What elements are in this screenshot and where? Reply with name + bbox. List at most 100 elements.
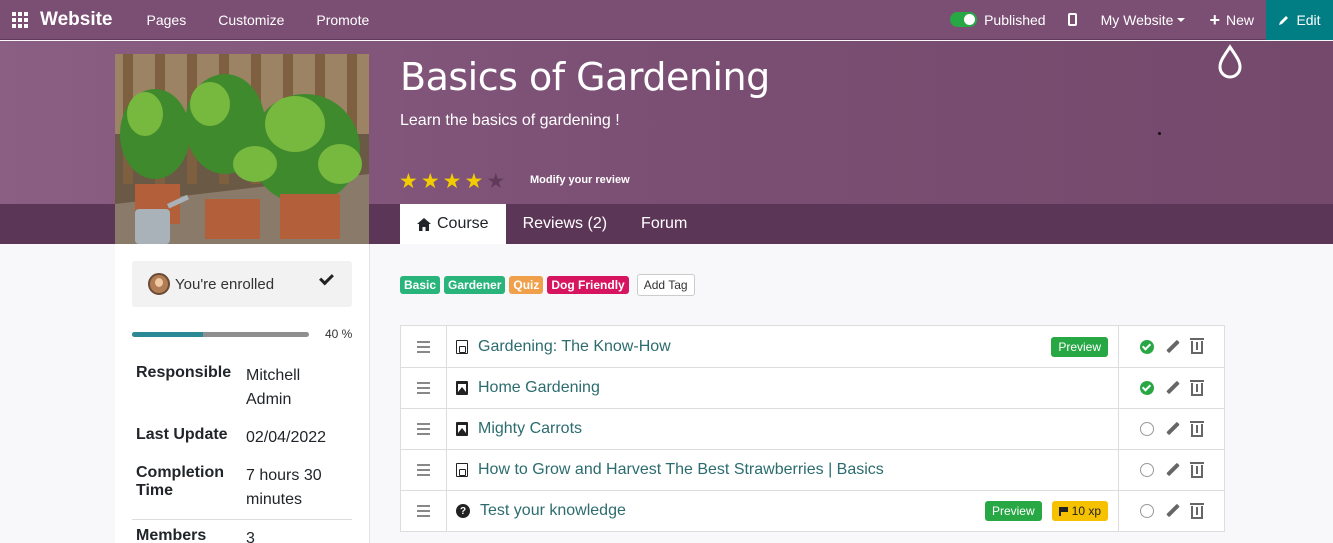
course-title: Basics of Gardening	[400, 55, 770, 99]
slide-actions	[1119, 326, 1224, 367]
course-subtitle: Learn the basics of gardening !	[400, 112, 620, 129]
drag-handle[interactable]	[401, 450, 447, 490]
slide-link[interactable]: How to Grow and Harvest The Best Strawbe…	[478, 461, 1118, 479]
tag-gardener[interactable]: Gardener	[444, 276, 506, 294]
list-item: Gardening: The Know-How Preview	[401, 326, 1224, 367]
my-website-label: My Website	[1100, 11, 1174, 28]
home-icon	[417, 217, 431, 231]
course-sidebar: You're enrolled 40 % Responsible Mitchel…	[115, 244, 370, 543]
slide-title-cell: Home Gardening	[447, 368, 1119, 408]
slide-title-cell: ? Test your knowledge Preview 10 xp	[447, 491, 1119, 531]
info-key: Completion Time	[136, 464, 224, 499]
course-progress-bar	[132, 332, 309, 337]
info-key: Last Update	[136, 426, 228, 443]
course-content-list: Gardening: The Know-How Preview Home Gar…	[400, 325, 1225, 532]
drag-handle[interactable]	[401, 368, 447, 408]
trash-icon[interactable]	[1189, 420, 1204, 437]
drag-handle-icon	[417, 382, 430, 394]
question-icon: ?	[456, 504, 470, 518]
list-item: Mighty Carrots	[401, 408, 1224, 449]
tab-course[interactable]: Course	[400, 204, 506, 244]
enrolled-label: You're enrolled	[175, 275, 275, 293]
published-label: Published	[984, 11, 1046, 28]
slide-link[interactable]: Mighty Carrots	[478, 420, 1118, 438]
toggle-switch-icon	[950, 12, 978, 27]
slide-actions	[1119, 368, 1224, 408]
course-tabs: Course Reviews (2) Forum	[400, 204, 704, 244]
slide-title-cell: Mighty Carrots	[447, 409, 1119, 449]
apps-grid-icon	[12, 11, 28, 28]
tag-dog-friendly[interactable]: Dog Friendly	[547, 276, 629, 294]
xp-label: 10 xp	[1071, 504, 1101, 518]
slide-actions	[1119, 450, 1224, 490]
tab-forum[interactable]: Forum	[624, 204, 704, 244]
pdf-icon	[456, 339, 468, 354]
star-icon: ★	[442, 170, 462, 193]
drag-handle-icon	[417, 464, 430, 476]
star-empty-icon: ★	[486, 170, 506, 193]
image-icon	[456, 381, 468, 395]
info-row-members: Members 3	[132, 519, 352, 543]
pdf-icon	[456, 463, 468, 477]
pencil-icon	[1279, 15, 1289, 25]
info-row-responsible: Responsible Mitchell Admin	[132, 357, 352, 419]
app-brand[interactable]: Website	[40, 9, 113, 31]
rating-stars[interactable]: ★ ★ ★ ★ ★	[399, 169, 505, 194]
modify-review-link[interactable]: Modify your review	[530, 174, 630, 186]
slide-link[interactable]: Test your knowledge	[480, 502, 985, 520]
slide-actions	[1119, 409, 1224, 449]
mobile-preview-icon[interactable]	[1067, 13, 1077, 26]
menu-customize[interactable]: Customize	[202, 12, 300, 28]
course-cover-image	[115, 54, 369, 244]
edit-pencil-icon[interactable]	[1166, 381, 1180, 395]
info-row-last-update: Last Update 02/04/2022	[132, 419, 352, 457]
slide-link[interactable]: Home Gardening	[478, 379, 1118, 397]
apps-menu-button[interactable]	[0, 11, 40, 28]
top-navbar: Website Pages Customize Promote Publishe…	[0, 0, 1333, 40]
preview-badge: Preview	[984, 501, 1042, 521]
completed-check-icon[interactable]	[1140, 339, 1155, 354]
edit-pencil-icon[interactable]	[1166, 463, 1180, 477]
list-item: Home Gardening	[401, 367, 1224, 408]
trash-icon[interactable]	[1189, 502, 1204, 519]
tag-quiz[interactable]: Quiz	[509, 276, 544, 294]
info-value: Mitchell Admin	[246, 367, 301, 408]
not-completed-circle-icon[interactable]	[1140, 504, 1155, 518]
drag-handle[interactable]	[401, 326, 447, 367]
drag-handle[interactable]	[401, 409, 447, 449]
slide-title-cell: How to Grow and Harvest The Best Strawbe…	[447, 450, 1119, 490]
list-item: How to Grow and Harvest The Best Strawbe…	[401, 449, 1224, 490]
add-tag-button[interactable]: Add Tag	[636, 274, 695, 296]
avatar	[148, 273, 170, 295]
trash-icon[interactable]	[1189, 379, 1204, 396]
trash-icon[interactable]	[1189, 461, 1204, 478]
menu-pages[interactable]: Pages	[131, 12, 203, 28]
my-website-dropdown[interactable]: My Website	[1101, 12, 1186, 28]
drag-handle-icon	[417, 423, 430, 435]
new-button[interactable]: + New	[1209, 11, 1254, 29]
slide-link[interactable]: Gardening: The Know-How	[478, 338, 1051, 356]
preview-badge: Preview	[1051, 336, 1108, 357]
published-toggle[interactable]: Published	[950, 12, 1046, 28]
edit-pencil-icon[interactable]	[1166, 504, 1180, 518]
edit-pencil-icon[interactable]	[1166, 340, 1180, 354]
not-completed-circle-icon[interactable]	[1140, 422, 1155, 436]
xp-badge: 10 xp	[1051, 501, 1108, 521]
drag-handle[interactable]	[401, 491, 447, 531]
tag-basic[interactable]: Basic	[400, 276, 441, 294]
tab-reviews[interactable]: Reviews (2)	[506, 204, 624, 244]
edit-pencil-icon[interactable]	[1166, 422, 1180, 436]
info-value: 3	[246, 530, 255, 543]
course-tags: Basic Gardener Quiz Dog Friendly Add Tag	[400, 274, 695, 296]
edit-button[interactable]: Edit	[1266, 0, 1333, 40]
image-icon	[456, 422, 468, 436]
caret-down-icon	[1177, 17, 1186, 22]
drag-handle-icon	[417, 505, 430, 517]
not-completed-circle-icon[interactable]	[1140, 463, 1155, 477]
course-info-table: Responsible Mitchell Admin Last Update 0…	[132, 357, 352, 543]
flag-icon	[1058, 506, 1068, 516]
drag-handle-icon	[417, 340, 430, 353]
completed-check-icon[interactable]	[1140, 381, 1155, 395]
trash-icon[interactable]	[1189, 338, 1204, 354]
menu-promote[interactable]: Promote	[300, 12, 385, 28]
